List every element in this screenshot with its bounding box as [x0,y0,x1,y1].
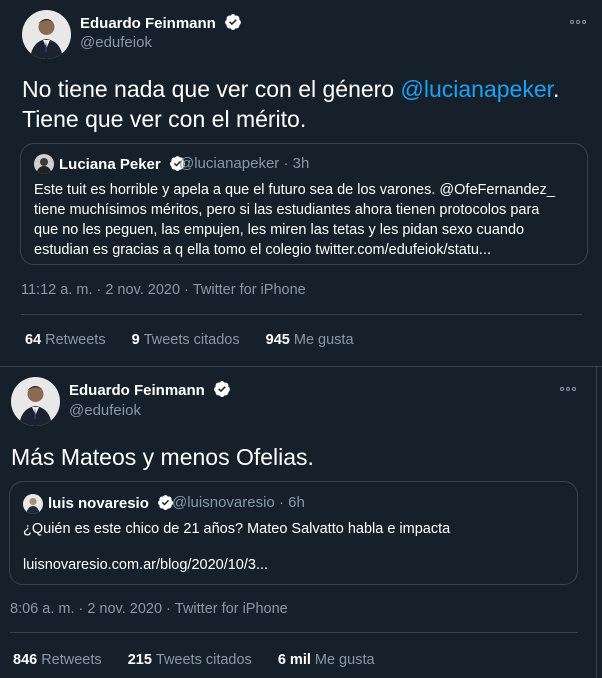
tweet-date[interactable]: 2 nov. 2020 [87,601,162,617]
quoted-author-name: Luciana Peker [59,155,186,173]
quoted-author-name: luis novaresio [48,494,174,512]
tweet-text-part: No tiene nada que ver con el género [22,76,401,102]
meta-separator: · [166,601,171,617]
quoted-author-handle: @lucianapeker [179,155,280,172]
quoted-time: 3h [292,155,310,172]
meta-separator: · [78,601,84,617]
retweets-number: 64 [25,332,42,348]
divider [21,314,582,315]
divider [10,632,578,633]
quoted-text-line: Este tuit es horrible y apela a que el f… [34,182,555,198]
quoted-text: Este tuit es horrible y apela a que el f… [34,180,584,260]
quoted-text-line: ¿Quién es este chico de 21 años? Mateo S… [23,521,451,537]
likes-count[interactable]: 6 mil Me gusta [278,652,375,668]
quotes-label: Tweets citados [143,332,240,348]
quote-tweets-count[interactable]: 9 Tweets citados [132,332,240,348]
quotes-label: Tweets citados [155,652,252,668]
quote-tweets-count[interactable]: 215 Tweets citados [128,652,252,668]
tweet-source[interactable]: Twitter for iPhone [175,601,288,617]
tweet[interactable]: Eduardo Feinmann @edufeiok No tiene nada… [0,0,602,366]
retweets-count[interactable]: 846 Retweets [13,652,102,668]
likes-number: 945 [265,332,290,348]
more-options-icon[interactable] [570,16,590,28]
author-avatar[interactable] [11,377,60,426]
tweet-stats: 64 Retweets 9 Tweets citados 945 Me gusta [25,332,376,348]
quoted-tweet[interactable]: luis novaresio @luisnovaresio · 6h ¿Quié… [9,481,578,585]
author-avatar[interactable] [22,10,71,59]
tweet-stats: 846 Retweets 215 Tweets citados 6 mil Me gu… [13,652,397,668]
quoted-author-avatar [23,494,43,514]
author-handle[interactable]: @edufeiok [69,402,141,419]
retweets-label: Retweets [45,332,106,348]
retweets-count[interactable]: 64 Retweets [25,332,106,348]
quoted-text-line: estudian es gracias a q ella tomo el col… [34,242,491,258]
verified-badge-icon [214,381,230,397]
tweet-text: Más Mateos y menos Ofelias. [11,444,314,470]
meta-separator: · [184,282,189,298]
quoted-tweet[interactable]: Luciana Peker @lucianapeker · 3h Este tu… [20,143,588,265]
likes-label: Me gusta [314,652,375,668]
tweet-time[interactable]: 11:12 a. m. [21,282,92,298]
quotes-number: 215 [127,652,152,668]
quotes-number: 9 [131,332,140,348]
tweet-source[interactable]: Twitter for iPhone [193,282,306,298]
mention-link[interactable]: @lucianapeker [401,76,554,102]
author-name-text[interactable]: Eduardo Feinmann [69,382,205,399]
retweets-label: Retweets [41,652,102,668]
tweet-meta: 8:06 a. m. · 2 nov. 2020 · Twitter for iPhon… [10,601,288,617]
author-name[interactable]: Eduardo Feinmann [80,13,242,32]
retweets-number: 846 [13,652,38,668]
quoted-link[interactable]: luisnovaresio.com.ar/blog/2020/10/3... [23,555,573,575]
quoted-time: 6h [288,494,305,511]
quoted-author-name-text: Luciana Peker [59,156,161,173]
quoted-text-line: tiene muchísimos méritos, pero si las es… [34,202,540,218]
meta-separator: · [96,282,102,298]
quoted-author-meta: @luisnovaresio · 6h [172,494,305,511]
quoted-author-meta: @lucianapeker · 3h [179,155,309,172]
tweet-meta: 11:12 a. m. · 2 nov. 2020 · Twitter for iPho… [21,282,306,298]
likes-count[interactable]: 945 Me gusta [266,332,354,348]
author-handle[interactable]: @edufeiok [80,34,152,51]
quoted-author-name-text: luis novaresio [48,495,149,512]
more-options-icon[interactable] [560,383,580,395]
tweet-date[interactable]: 2 nov. 2020 [105,282,180,298]
author-name-text[interactable]: Eduardo Feinmann [80,15,216,32]
verified-badge-icon [225,14,241,30]
author-name[interactable]: Eduardo Feinmann [69,380,231,399]
quoted-author-avatar [34,154,54,174]
meta-separator: · [278,494,284,511]
tweet-text: No tiene nada que ver con el género @luc… [22,74,582,134]
likes-number: 6 mil [277,652,311,668]
likes-label: Me gusta [293,332,354,348]
meta-separator: · [283,155,289,172]
tweet-time[interactable]: 8:06 a. m. [10,601,74,617]
column-border [596,367,602,678]
quoted-author-handle: @luisnovaresio [172,494,275,511]
tweet[interactable]: Eduardo Feinmann @edufeiok Más Mateos y … [0,367,596,678]
quoted-text-line: que no les peguen, las empujen, les mire… [34,222,525,238]
